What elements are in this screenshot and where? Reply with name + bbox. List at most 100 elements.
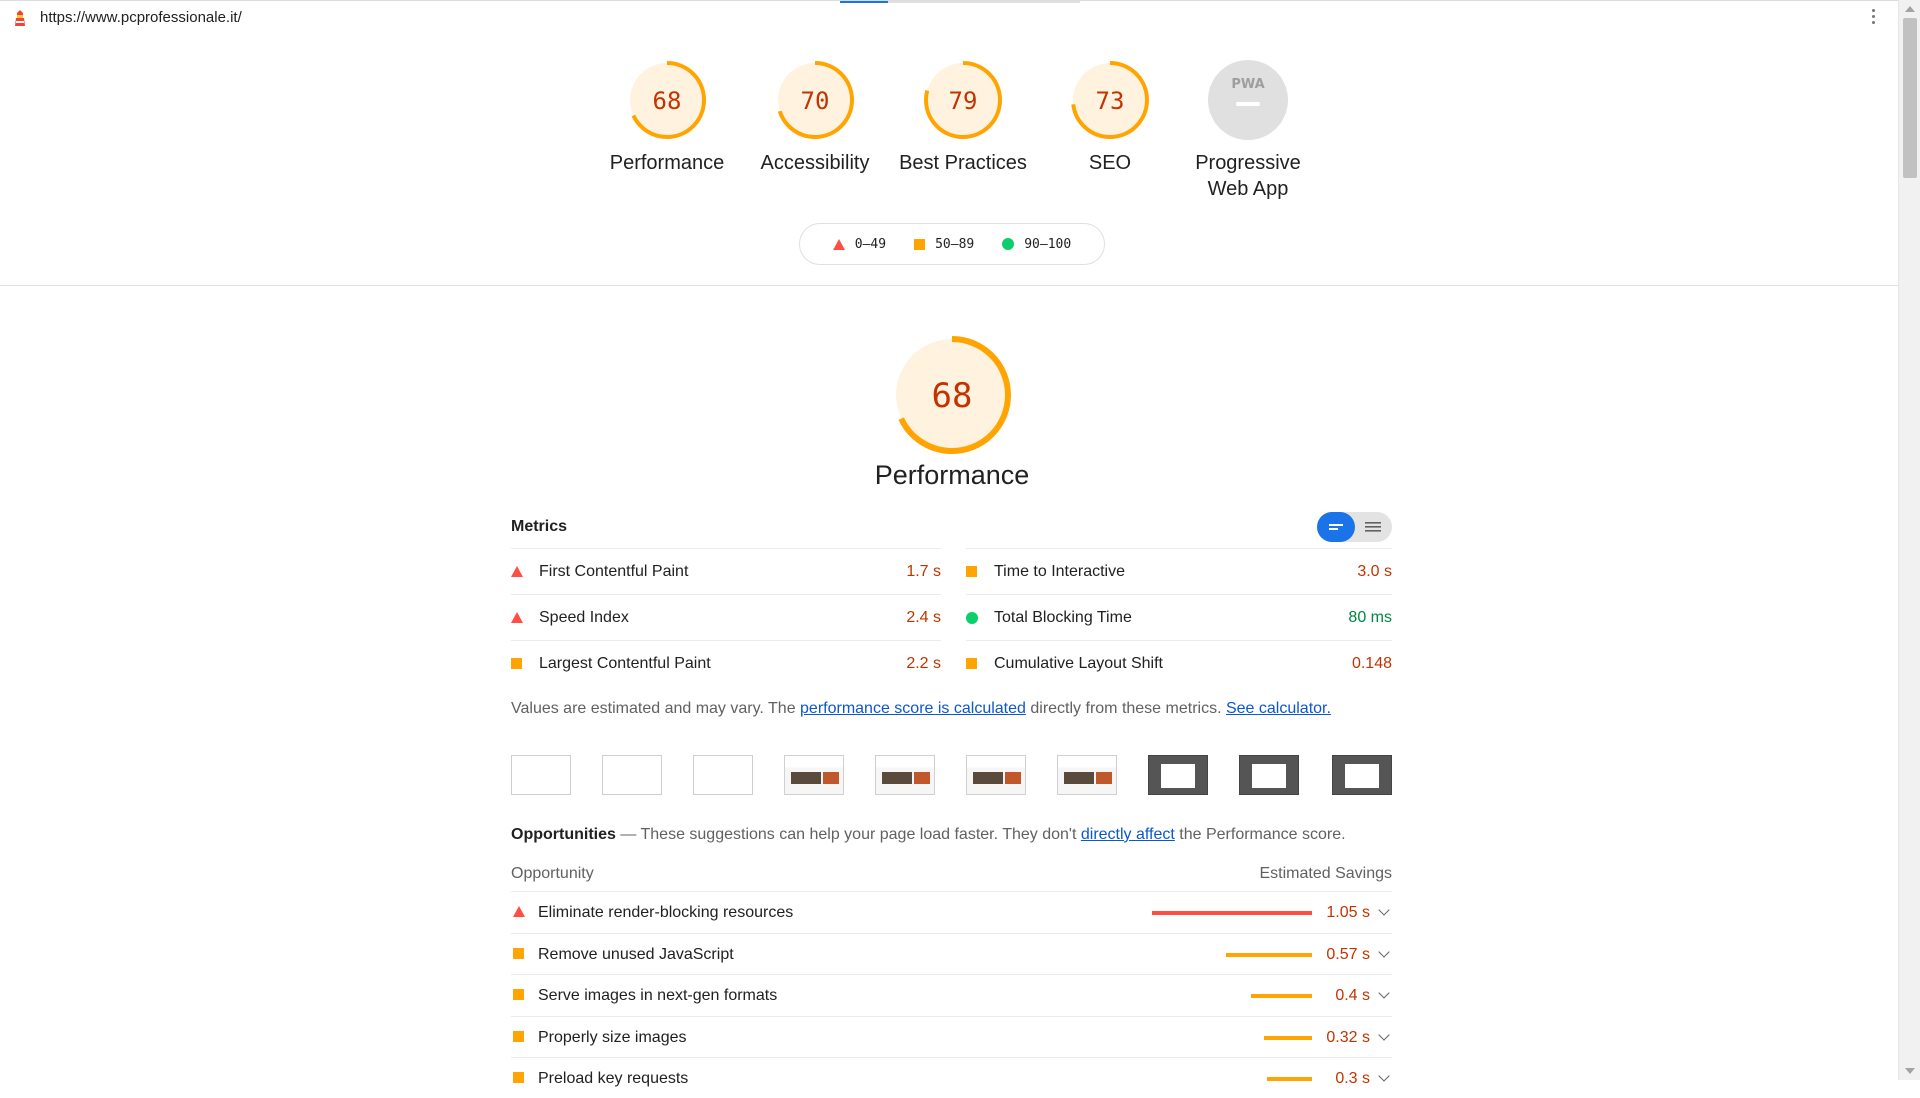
gauge-label: Performance — [609, 152, 725, 174]
filmstrip-frame — [1057, 755, 1117, 795]
chevron-down-icon[interactable] — [1378, 987, 1390, 999]
gauge-pwa[interactable]: PWA Progressive Web App — [1178, 58, 1318, 202]
metrics-note: Values are estimated and may vary. The p… — [511, 700, 1331, 718]
more-menu-icon[interactable] — [1872, 9, 1876, 27]
metric-row: Cumulative Layout Shift 0.148 — [966, 640, 1392, 686]
gauge-score: 73 — [1096, 87, 1125, 115]
metric-row: Speed Index 2.4 s — [511, 594, 941, 640]
metric-row: Largest Contentful Paint 2.2 s — [511, 640, 941, 686]
gauge-best-practices[interactable]: 79 Best Practices — [893, 58, 1033, 176]
lighthouse-icon — [15, 10, 25, 26]
savings-bar — [1267, 1077, 1312, 1081]
metric-value: 1.7 s — [906, 562, 941, 580]
legend-fail: 0–49 — [854, 236, 887, 252]
opportunity-row[interactable]: Eliminate render-blocking resources 1.05 … — [511, 891, 1392, 932]
score-gauge-icon: 70 — [776, 61, 854, 139]
average-square-icon — [966, 658, 977, 669]
tab-indicator-active — [840, 1, 888, 3]
metric-name: Cumulative Layout Shift — [994, 654, 1163, 672]
metric-name: First Contentful Paint — [539, 562, 689, 580]
pass-circle-icon — [1002, 238, 1015, 250]
detail-view-icon[interactable] — [1354, 512, 1392, 542]
opportunity-rating — [513, 947, 524, 959]
gauge-accessibility[interactable]: 70 Accessibility — [745, 58, 885, 176]
opportunity-savings: 0.3 s — [1335, 1070, 1370, 1087]
metric-value: 0.148 — [1351, 654, 1392, 672]
gauge-score: 79 — [949, 87, 978, 115]
toggle-summary-view[interactable] — [1317, 512, 1355, 542]
pwa-badge-icon: PWA — [1208, 60, 1288, 140]
performance-title: Performance — [874, 460, 1030, 490]
score-gauge-icon: 68 — [628, 61, 706, 139]
opportunity-row[interactable]: Properly size images 0.32 s — [511, 1015, 1392, 1057]
scrollbar[interactable] — [1898, 0, 1920, 1080]
gauge-label: Best Practices — [899, 152, 1027, 174]
col-opportunity: Opportunity — [511, 865, 594, 882]
average-square-icon — [513, 989, 524, 1000]
metric-value: 2.2 s — [906, 654, 941, 672]
opportunity-name: Eliminate render-blocking resources — [538, 904, 794, 921]
opportunity-row[interactable]: Serve images in next-gen formats 0.4 s — [511, 974, 1392, 1015]
metric-row: Total Blocking Time 80 ms — [966, 594, 1392, 640]
section-divider — [0, 285, 1898, 286]
metrics-view-toggle[interactable] — [1317, 512, 1392, 542]
opportunities-heading: Opportunities — These suggestions can he… — [511, 826, 1346, 844]
col-savings: Estimated Savings — [1259, 865, 1392, 882]
opportunity-name: Preload key requests — [538, 1070, 689, 1087]
score-calculated-link[interactable]: performance score is calculated — [800, 700, 1026, 717]
fail-triangle-icon — [513, 906, 525, 917]
scroll-thumb[interactable] — [1903, 18, 1917, 178]
chevron-down-icon[interactable] — [1378, 945, 1390, 958]
gauge-performance[interactable]: 68 Performance — [597, 58, 737, 176]
average-square-icon — [966, 566, 977, 577]
filmstrip-frame — [1239, 755, 1299, 795]
fail-triangle-icon — [511, 566, 523, 577]
opportunity-row[interactable]: Remove unused JavaScript 0.57 s — [511, 932, 1392, 974]
chevron-down-icon[interactable] — [1378, 904, 1390, 916]
metric-rating — [511, 612, 539, 623]
opportunity-row[interactable]: Preload key requests 0.3 s — [511, 1057, 1392, 1098]
metric-value: 80 ms — [1348, 608, 1392, 626]
gauge-seo[interactable]: 73 SEO — [1040, 58, 1180, 176]
gauge-label: Progressive Web App — [1178, 150, 1318, 202]
average-square-icon — [914, 238, 926, 250]
gauge-score: 70 — [801, 87, 830, 115]
opportunity-rating — [513, 1072, 524, 1083]
summary-view-icon — [1329, 524, 1343, 530]
filmstrip-frame — [784, 755, 844, 795]
directly-affect-link[interactable]: directly affect — [1081, 826, 1175, 843]
scroll-up-arrow-icon[interactable] — [1905, 6, 1915, 12]
opportunities-title: Opportunities — [511, 826, 616, 843]
metric-name: Largest Contentful Paint — [539, 654, 711, 672]
chevron-down-icon[interactable] — [1378, 1028, 1390, 1041]
scroll-down-arrow-icon[interactable] — [1905, 1068, 1915, 1074]
metric-rating — [511, 658, 539, 669]
gauge-score: 68 — [653, 87, 682, 115]
metric-name: Speed Index — [539, 608, 629, 626]
opportunity-name: Serve images in next-gen formats — [538, 987, 778, 1004]
metric-rating — [966, 566, 994, 577]
score-gauge-icon: 73 — [1071, 61, 1149, 139]
filmstrip-frame — [966, 755, 1026, 795]
average-square-icon — [513, 947, 524, 959]
metric-row: First Contentful Paint 1.7 s — [511, 548, 941, 594]
performance-gauge: 68 — [887, 330, 1017, 465]
savings-bar — [1264, 1035, 1312, 1040]
opportunity-rating — [513, 989, 524, 1000]
average-square-icon — [513, 1030, 524, 1042]
metric-name: Time to Interactive — [994, 562, 1126, 580]
legend-average: 50–89 — [935, 236, 975, 252]
metric-row: Time to Interactive 3.0 s — [966, 548, 1392, 594]
metric-value: 2.4 s — [906, 608, 941, 626]
score-legend: 0–49 50–89 90–100 — [799, 223, 1105, 265]
note-mid: directly from these metrics. — [1025, 700, 1226, 717]
filmstrip-frame — [602, 755, 662, 795]
metric-name: Total Blocking Time — [994, 608, 1132, 626]
opportunity-savings: 0.32 s — [1326, 1028, 1370, 1046]
page-url[interactable]: https://www.pcprofessionale.it/ — [40, 9, 242, 26]
performance-score: 68 — [932, 376, 973, 416]
see-calculator-link[interactable]: See calculator. — [1226, 700, 1331, 717]
opportunity-savings: 0.4 s — [1335, 987, 1370, 1004]
gauge-label: Accessibility — [760, 152, 870, 174]
opportunity-savings: 1.05 s — [1326, 904, 1370, 921]
